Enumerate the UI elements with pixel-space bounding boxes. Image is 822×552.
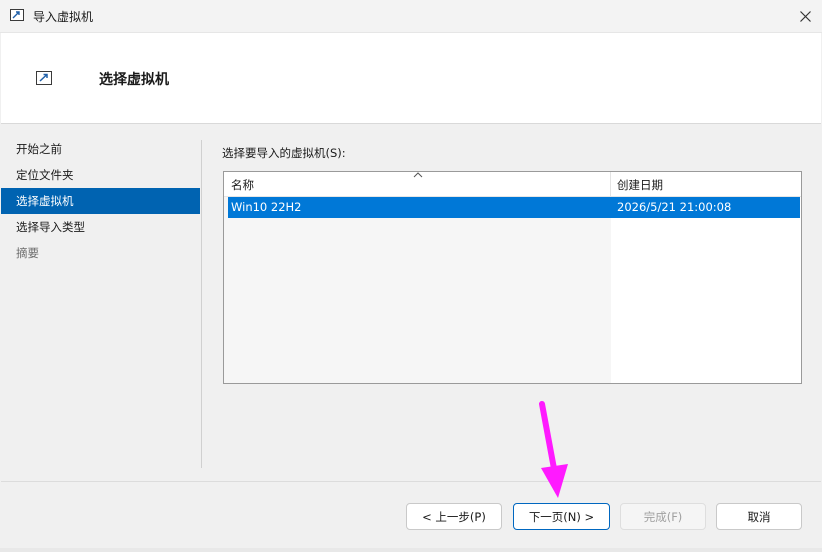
title-bar: 导入虚拟机 <box>0 0 822 33</box>
import-vm-icon <box>36 71 52 85</box>
page-title: 选择虚拟机 <box>99 72 169 88</box>
table-row[interactable]: Win10 22H2 2026/5/21 21:00:08 <box>228 197 800 218</box>
wizard-header: 选择虚拟机 <box>1 33 821 124</box>
vm-list-label: 选择要导入的虚拟机(S): <box>222 146 346 160</box>
vm-created-cell: 2026/5/21 21:00:08 <box>617 200 732 214</box>
nav-item-before-you-begin[interactable]: 开始之前 <box>1 136 201 162</box>
annotation-arrow-icon <box>539 401 568 498</box>
cancel-button[interactable]: 取消 <box>716 503 802 530</box>
nav-item-locate-folder[interactable]: 定位文件夹 <box>1 162 201 188</box>
nav-item-summary: 摘要 <box>16 246 39 260</box>
vm-list[interactable]: 名称 创建日期 Win10 22H2 2026/5/21 21:00:08 <box>223 171 802 384</box>
next-button[interactable]: 下一页(N) > <box>513 503 610 530</box>
nav-divider <box>201 140 202 468</box>
column-separator[interactable] <box>610 172 611 196</box>
vm-name-cell: Win10 22H2 <box>231 200 302 214</box>
nav-item-import-type[interactable]: 选择导入类型 <box>1 214 201 240</box>
sort-ascending-icon <box>413 172 423 178</box>
footer-divider <box>1 481 821 482</box>
close-button[interactable] <box>788 0 822 32</box>
finish-button: 完成(F) <box>620 503 706 530</box>
nav-item-select-vm[interactable]: 选择虚拟机 <box>1 188 200 214</box>
taskbar-edge <box>0 548 822 552</box>
wizard-step-nav: 开始之前 定位文件夹 选择虚拟机 选择导入类型 摘要 <box>1 136 201 266</box>
window-title: 导入虚拟机 <box>33 10 94 24</box>
column-header-created[interactable]: 创建日期 <box>617 172 797 196</box>
import-vm-icon <box>10 9 24 21</box>
previous-button[interactable]: < 上一步(P) <box>406 503 502 530</box>
list-header: 名称 创建日期 <box>224 172 801 197</box>
close-icon <box>799 10 811 22</box>
